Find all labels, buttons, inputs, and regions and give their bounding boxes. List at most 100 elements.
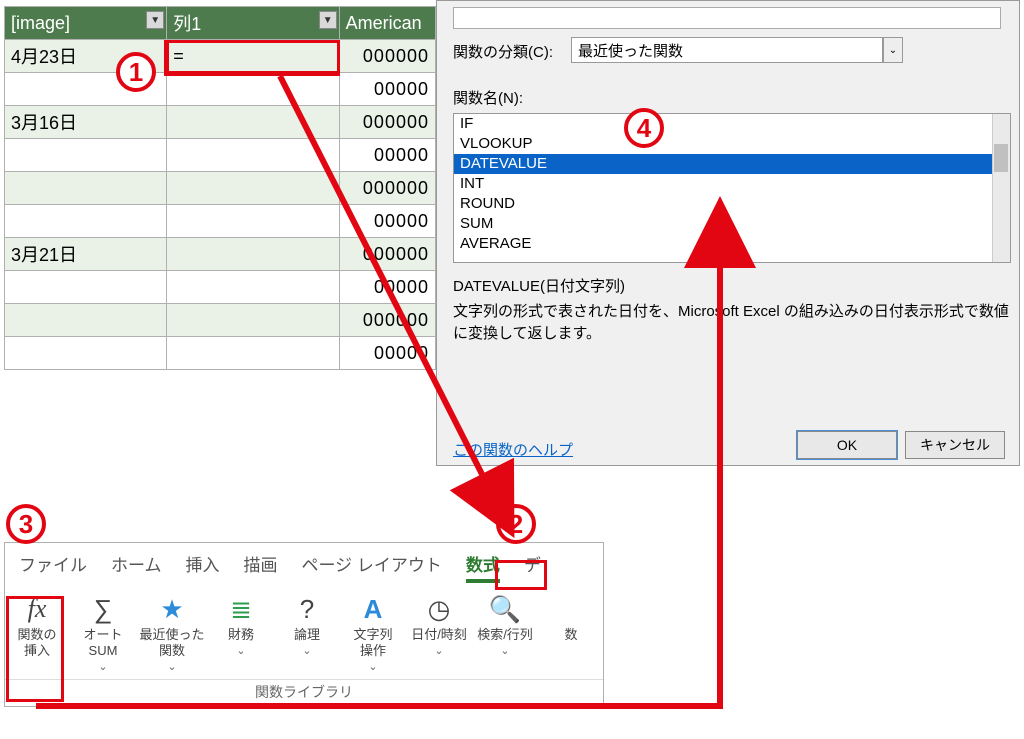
- function-syntax: DATEVALUE(日付文字列): [453, 275, 625, 296]
- ribbon-tab[interactable]: ホーム: [111, 551, 162, 583]
- filter-dropdown-icon[interactable]: ▼: [146, 11, 164, 29]
- scrollbar-thumb[interactable]: [994, 144, 1008, 172]
- function-list-item[interactable]: SUM: [454, 214, 1010, 234]
- spreadsheet-table: [image] ▼ 列1 ▼ American 4月23日=0000000000…: [4, 6, 436, 370]
- datetime-icon: ◷: [423, 593, 455, 625]
- text-button[interactable]: A文字列 操作⌄: [345, 593, 401, 675]
- function-list-item[interactable]: IF: [454, 114, 1010, 134]
- col-header-label: [image]: [11, 13, 70, 33]
- insert-function-button[interactable]: fx関数の 挿入: [9, 593, 65, 659]
- cell[interactable]: [167, 73, 339, 106]
- cell[interactable]: [167, 337, 339, 370]
- ribbon-body: fx関数の 挿入∑オート SUM⌄★最近使った 関数⌄≣財務⌄?論理⌄A文字列 …: [5, 587, 603, 677]
- cell[interactable]: [5, 271, 167, 304]
- category-select[interactable]: 最近使った関数: [571, 37, 883, 63]
- ribbon-tabs: ファイルホーム挿入描画ページ レイアウト数式デ: [5, 543, 603, 587]
- ribbon-tab[interactable]: 挿入: [186, 551, 220, 583]
- ok-button[interactable]: OK: [797, 431, 897, 459]
- cell[interactable]: 00000: [339, 337, 435, 370]
- lookup-button[interactable]: 🔍 検索/行列⌄: [477, 593, 533, 659]
- ribbon-group-label: 関数ライブラリ: [5, 679, 603, 706]
- cell[interactable]: 000000: [339, 172, 435, 205]
- ribbon-button-label: 検索/行列: [477, 627, 533, 643]
- col-header-image[interactable]: [image] ▼: [5, 7, 167, 40]
- datetime-button[interactable]: ◷ 日付/時刻⌄: [411, 593, 467, 659]
- col-header-label: 列1: [173, 14, 201, 34]
- cell[interactable]: 000000: [339, 40, 435, 73]
- ribbon-button-label: 最近使った 関数: [140, 627, 205, 659]
- financial-button[interactable]: ≣財務⌄: [213, 593, 269, 659]
- cell[interactable]: [167, 304, 339, 337]
- cancel-button[interactable]: キャンセル: [905, 431, 1005, 459]
- ribbon-button-label: 財務: [228, 627, 254, 643]
- cell[interactable]: [167, 172, 339, 205]
- annotation-3: 3: [6, 504, 46, 544]
- more-button[interactable]: 数: [543, 593, 599, 643]
- function-list-label: 関数名(N):: [453, 87, 523, 108]
- insert-function-icon: fx: [21, 593, 53, 625]
- ribbon-tab[interactable]: ページ レイアウト: [302, 551, 442, 583]
- ribbon-tab[interactable]: 数式: [466, 551, 500, 583]
- function-list-item[interactable]: AVERAGE: [454, 234, 1010, 254]
- cell[interactable]: [167, 139, 339, 172]
- cell[interactable]: [5, 337, 167, 370]
- function-list-item[interactable]: VLOOKUP: [454, 134, 1010, 154]
- cell[interactable]: 00000: [339, 205, 435, 238]
- cell[interactable]: 3月16日: [5, 106, 167, 139]
- lookup-icon: 🔍: [489, 593, 521, 625]
- function-search-input[interactable]: [453, 7, 1001, 29]
- function-description: 文字列の形式で表された日付を、Microsoft Excel の組み込みの日付表…: [453, 301, 1009, 345]
- function-list-item[interactable]: INT: [454, 174, 1010, 194]
- cell[interactable]: 00000: [339, 271, 435, 304]
- col-header-label: American: [346, 13, 422, 33]
- cell[interactable]: 3月21日: [5, 238, 167, 271]
- ribbon-tab[interactable]: デ: [524, 551, 541, 583]
- col-header-col1[interactable]: 列1 ▼: [167, 7, 339, 40]
- logical-button[interactable]: ? 論理⌄: [279, 593, 335, 659]
- ribbon-tab[interactable]: 描画: [244, 551, 278, 583]
- scrollbar[interactable]: [992, 114, 1010, 262]
- logical-icon: ?: [291, 593, 323, 625]
- cell[interactable]: 00000: [339, 73, 435, 106]
- function-list-item[interactable]: ROUND: [454, 194, 1010, 214]
- dropdown-caret-icon: ⌄: [434, 643, 443, 659]
- dropdown-caret-icon: ⌄: [368, 659, 377, 675]
- cell[interactable]: 000000: [339, 304, 435, 337]
- cell[interactable]: [5, 139, 167, 172]
- formula-editing-cell[interactable]: =: [167, 40, 339, 73]
- cell[interactable]: [167, 106, 339, 139]
- function-list-item[interactable]: DATEVALUE: [454, 154, 1010, 174]
- ribbon-button-label: 文字列 操作: [353, 627, 392, 659]
- dropdown-caret-icon: ⌄: [302, 643, 311, 659]
- ribbon-button-label: 数: [564, 627, 577, 643]
- annotation-2: 2: [496, 504, 536, 544]
- help-link[interactable]: この関数のヘルプ: [453, 439, 573, 460]
- col-header-american[interactable]: American: [339, 7, 435, 40]
- cell[interactable]: [167, 238, 339, 271]
- annotation-4: 4: [624, 108, 664, 148]
- cell[interactable]: [5, 205, 167, 238]
- autosum-button[interactable]: ∑オート SUM⌄: [75, 593, 131, 675]
- filter-dropdown-icon[interactable]: ▼: [319, 11, 337, 29]
- category-dropdown-icon[interactable]: ⌄: [883, 37, 903, 63]
- function-list[interactable]: IFVLOOKUPDATEVALUEINTROUNDSUMAVERAGE: [453, 113, 1011, 263]
- dropdown-caret-icon: ⌄: [500, 643, 509, 659]
- financial-icon: ≣: [225, 593, 257, 625]
- more-icon: [555, 593, 587, 625]
- ribbon-tab[interactable]: ファイル: [19, 551, 87, 583]
- annotation-1: 1: [116, 52, 156, 92]
- text-icon: A: [357, 593, 389, 625]
- cell[interactable]: [5, 304, 167, 337]
- cell[interactable]: 000000: [339, 238, 435, 271]
- autosum-icon: ∑: [87, 593, 119, 625]
- cell[interactable]: [5, 172, 167, 205]
- category-label: 関数の分類(C):: [453, 41, 553, 62]
- cell[interactable]: [167, 271, 339, 304]
- recent-icon: ★: [156, 593, 188, 625]
- ribbon-button-label: 論理: [294, 627, 320, 643]
- recent-button[interactable]: ★最近使った 関数⌄: [141, 593, 203, 675]
- cell[interactable]: 00000: [339, 139, 435, 172]
- cell[interactable]: 000000: [339, 106, 435, 139]
- ribbon-button-label: 日付/時刻: [411, 627, 467, 643]
- cell[interactable]: [167, 205, 339, 238]
